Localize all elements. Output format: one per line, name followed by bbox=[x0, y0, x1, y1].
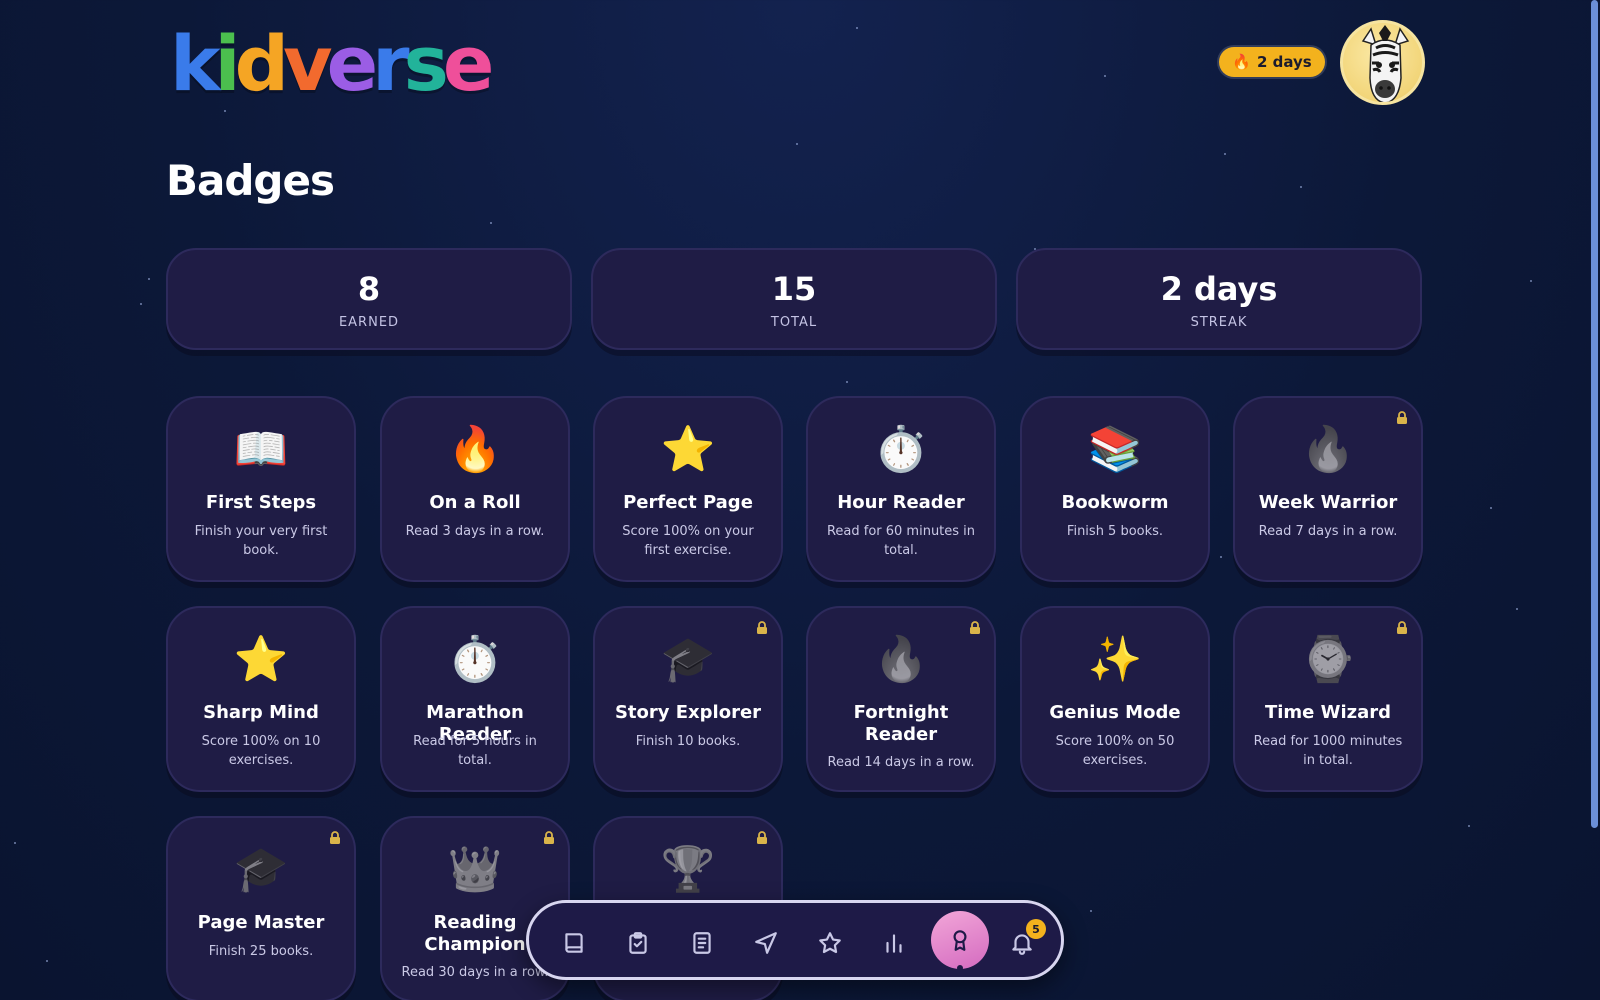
badge-description: Finish your very first book. bbox=[194, 524, 328, 558]
award-ribbon-icon bbox=[953, 930, 967, 951]
badge-name: Perfect Page bbox=[623, 492, 753, 513]
badge-card[interactable]: ⭐ Perfect Page Score 100% on your first ex… bbox=[593, 396, 783, 582]
graduation-cap-icon: 🎓 bbox=[660, 634, 716, 685]
badge-card[interactable]: 🎓 Page Master Finish 25 books. bbox=[166, 816, 356, 1000]
logo-letter: k bbox=[170, 19, 220, 108]
badge-name: Genius Mode bbox=[1049, 702, 1181, 723]
bar-chart-icon bbox=[886, 934, 902, 953]
badge-name: Hour Reader bbox=[837, 492, 965, 513]
page-scrollbar[interactable] bbox=[1591, 0, 1598, 828]
star-icon: ⭐ bbox=[233, 634, 289, 685]
badge-description: Read 14 days in a row. bbox=[827, 755, 975, 770]
badge-card[interactable]: ⏱️ Marathon Reader Read for 5 hours in tot… bbox=[380, 606, 570, 792]
badge-name: Bookworm bbox=[1061, 492, 1169, 513]
badge-card[interactable]: ⌚ Time Wizard Read for 1000 minutes in tot… bbox=[1233, 606, 1423, 792]
fire-icon: 🔥 bbox=[873, 634, 929, 685]
badge-name: First Steps bbox=[205, 492, 317, 513]
stopwatch-icon: ⏱️ bbox=[873, 424, 929, 475]
star-icon: ⭐ bbox=[660, 424, 716, 475]
badge-card[interactable]: ⏱️ Hour Reader Read for 60 minutes in tota… bbox=[806, 396, 996, 582]
badge-card[interactable]: 🎓 Story Explorer Finish 10 books. bbox=[593, 606, 783, 792]
badge-description: Read 30 days in a row. bbox=[401, 965, 549, 980]
logo-letter: r bbox=[372, 19, 410, 108]
stat-label: TOTAL bbox=[770, 314, 818, 330]
kidverse-logo[interactable]: kidverse bbox=[170, 19, 494, 108]
nav-assignments-button[interactable] bbox=[611, 916, 665, 970]
badge-description: Score 100% on 10 exercises. bbox=[201, 734, 321, 768]
page-title: Badges bbox=[166, 156, 335, 205]
badge-card[interactable]: 🔥 Fortnight Reader Read 14 days in a row. bbox=[806, 606, 996, 792]
badge-description: Read for 60 minutes in total. bbox=[826, 524, 976, 558]
badge-description: Read 3 days in a row. bbox=[405, 524, 545, 539]
nav-stats-button[interactable] bbox=[867, 916, 921, 970]
graduation-cap-icon: 🎓 bbox=[233, 844, 289, 895]
nav-notifications-button[interactable]: 5 bbox=[995, 916, 1049, 970]
stat-value: 8 bbox=[357, 269, 381, 308]
badge-description: Finish 10 books. bbox=[635, 734, 741, 749]
bottom-nav: 5 bbox=[526, 900, 1064, 980]
nav-badges-button[interactable] bbox=[931, 911, 989, 971]
logo-letter: v bbox=[283, 19, 332, 108]
clipboard-check-icon bbox=[629, 932, 647, 954]
badge-card[interactable]: 📖 First Steps Finish your very first book. bbox=[166, 396, 356, 582]
nav-favorites-button[interactable] bbox=[803, 916, 857, 970]
badge-name: On a Roll bbox=[429, 492, 521, 513]
fire-icon: 🔥 bbox=[447, 424, 503, 475]
badge-description: Finish 5 books. bbox=[1066, 524, 1164, 539]
badge-name: Sharp Mind bbox=[203, 702, 319, 723]
document-icon bbox=[693, 932, 711, 954]
star-outline-icon bbox=[819, 932, 841, 954]
logo-letter: s bbox=[403, 19, 449, 108]
notification-count-badge: 5 bbox=[1026, 919, 1046, 939]
fire-icon: 🔥 bbox=[1232, 53, 1251, 71]
badge-name: Week Warrior bbox=[1258, 492, 1398, 513]
badge-card[interactable]: ⭐ Sharp Mind Score 100% on 10 exercises. bbox=[166, 606, 356, 792]
streak-indicator: 🔥 2 days bbox=[1219, 47, 1325, 77]
badge-card[interactable]: 🔥 On a Roll Read 3 days in a row. bbox=[380, 396, 570, 582]
streak-label: 2 days bbox=[1256, 53, 1312, 71]
badge-card[interactable]: 📚 Bookworm Finish 5 books. bbox=[1020, 396, 1210, 582]
stat-value: 2 days bbox=[1160, 269, 1278, 308]
badge-description: Read 7 days in a row. bbox=[1258, 524, 1398, 539]
stat-label: STREAK bbox=[1190, 314, 1248, 330]
active-indicator-dot bbox=[957, 965, 963, 971]
badge-name: Story Explorer bbox=[614, 702, 762, 723]
nav-documents-button[interactable] bbox=[675, 916, 729, 970]
badge-description: Read for 1000 minutes in total. bbox=[1253, 734, 1403, 768]
logo-letter: d bbox=[234, 19, 289, 108]
streak-stat-card: 2 days STREAK bbox=[1016, 248, 1422, 350]
nav-book-button[interactable] bbox=[547, 916, 601, 970]
logo-letter: e bbox=[326, 19, 378, 108]
open-book-icon: 📖 bbox=[233, 424, 289, 475]
stat-value: 15 bbox=[771, 269, 817, 308]
logo-letter: i bbox=[214, 19, 241, 108]
book-icon bbox=[565, 933, 583, 953]
badge-name: Fortnight Reader bbox=[853, 702, 949, 745]
badge-card[interactable]: ✨ Genius Mode Score 100% on 50 exercises. bbox=[1020, 606, 1210, 792]
badge-description: Read for 5 hours in total. bbox=[413, 734, 537, 768]
trophy-icon: 🏆 bbox=[660, 844, 716, 895]
badge-description: Finish 25 books. bbox=[208, 944, 314, 959]
badge-description: Score 100% on 50 exercises. bbox=[1055, 734, 1175, 768]
zebra-avatar[interactable] bbox=[1340, 20, 1425, 105]
badge-name: Time Wizard bbox=[1264, 702, 1392, 723]
navigation-arrow-icon bbox=[755, 932, 777, 954]
stat-label: EARNED bbox=[338, 314, 400, 330]
earned-stat-card: 8 EARNED bbox=[166, 248, 572, 350]
crown-icon: 👑 bbox=[447, 844, 503, 895]
nav-explore-button[interactable] bbox=[739, 916, 793, 970]
watch-icon: ⌚ bbox=[1300, 634, 1356, 685]
badge-name: Page Master bbox=[197, 912, 325, 933]
books-icon: 📚 bbox=[1087, 424, 1143, 475]
badge-description: Score 100% on your first exercise. bbox=[622, 524, 754, 558]
fire-icon: 🔥 bbox=[1300, 424, 1356, 475]
sparkles-icon: ✨ bbox=[1087, 634, 1143, 685]
stopwatch-icon: ⏱️ bbox=[447, 634, 503, 685]
badge-card[interactable]: 🔥 Week Warrior Read 7 days in a row. bbox=[1233, 396, 1423, 582]
logo-letter: e bbox=[442, 19, 494, 108]
total-stat-card: 15 TOTAL bbox=[591, 248, 997, 350]
